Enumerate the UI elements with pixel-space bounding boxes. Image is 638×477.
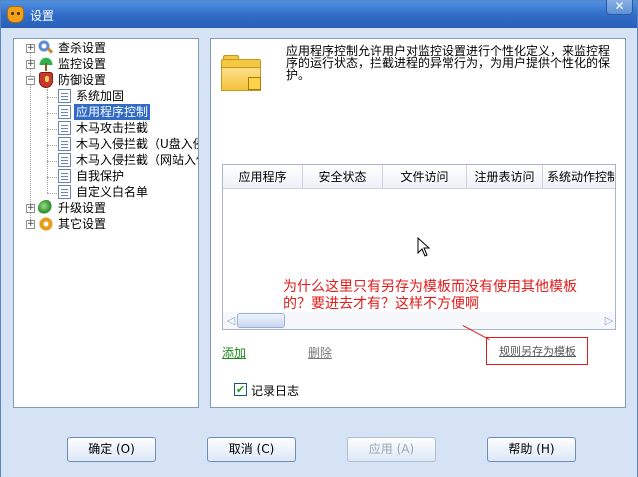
tree-item-label: 其它设置 xyxy=(58,217,107,231)
tree-item-label: 防御设置 xyxy=(58,73,107,87)
annotation-highlight-box xyxy=(486,337,588,365)
scroll-right-icon[interactable]: ▷ xyxy=(603,314,615,327)
log-checkbox-label: 记录日志 xyxy=(251,384,300,398)
column-header-registry-access[interactable]: 注册表访问 xyxy=(467,165,543,189)
document-icon xyxy=(58,169,71,183)
app-logo-icon xyxy=(7,6,24,23)
tree-item-label: 木马攻击拦截 xyxy=(76,121,149,135)
close-button[interactable]: ✕ xyxy=(606,0,633,15)
tree-item-custom-whitelist[interactable]: 自定义白名单 xyxy=(14,184,198,200)
table-header: 应用程序 安全状态 文件访问 注册表访问 系统动作控制 xyxy=(223,165,615,189)
column-header-security-status[interactable]: 安全状态 xyxy=(303,165,383,189)
settings-tree: + 查杀设置 + 监控设置 − 防御设置 系统加固 应用程序控制 木马攻击拦截 … xyxy=(13,38,199,408)
ok-button[interactable]: 确定 (O) xyxy=(67,437,156,462)
tree-item-label: 升级设置 xyxy=(58,201,107,215)
tree-item-label: 系统加固 xyxy=(76,89,125,103)
title-bar[interactable]: 设置 ✕ xyxy=(1,0,637,28)
scroll-thumb[interactable] xyxy=(237,313,285,328)
tree-item-label: 查杀设置 xyxy=(58,41,107,55)
document-icon xyxy=(58,121,71,135)
document-icon xyxy=(58,105,71,119)
tree-item-scan-settings[interactable]: + 查杀设置 xyxy=(14,40,198,56)
tree-item-other-settings[interactable]: + 其它设置 xyxy=(14,216,198,232)
window-title: 设置 xyxy=(30,9,55,23)
collapse-icon[interactable]: − xyxy=(26,76,35,85)
tree-item-trojan-attack-block[interactable]: 木马攻击拦截 xyxy=(14,120,198,136)
cancel-button[interactable]: 取消 (C) xyxy=(207,437,296,462)
expand-icon[interactable]: + xyxy=(26,60,35,69)
scroll-left-icon[interactable]: ◁ xyxy=(225,314,237,327)
expand-icon[interactable]: + xyxy=(26,44,35,53)
document-icon xyxy=(58,137,71,151)
search-icon xyxy=(38,40,54,56)
log-checkbox[interactable]: ✔ xyxy=(234,383,247,396)
tree-item-system-hardening[interactable]: 系统加固 xyxy=(14,88,198,104)
document-icon xyxy=(58,89,71,103)
tree-item-label: 自定义白名单 xyxy=(76,185,149,199)
shield-icon xyxy=(39,72,53,88)
horizontal-scrollbar[interactable]: ◁ ▷ xyxy=(223,312,615,329)
tree-item-label: 木马入侵拦截（U盘入侵 xyxy=(76,137,199,151)
expand-icon[interactable]: + xyxy=(26,220,35,229)
mouse-cursor-icon xyxy=(417,237,431,257)
delete-rule-link[interactable]: 删除 xyxy=(308,344,332,361)
help-button[interactable]: 帮助 (H) xyxy=(487,437,576,462)
tree-item-trojan-web-block[interactable]: 木马入侵拦截（网站入侵 xyxy=(14,152,198,168)
tree-item-self-protection[interactable]: 自我保护 xyxy=(14,168,198,184)
umbrella-icon-handle xyxy=(45,63,47,71)
tree-item-app-control[interactable]: 应用程序控制 xyxy=(14,104,198,120)
panel-description: 应用程序控制允许用户对监控设置进行个性化定义，来监控程序的运行状态，拦截进程的异… xyxy=(286,44,611,82)
tree-item-monitor-settings[interactable]: + 监控设置 xyxy=(14,56,198,72)
tree-item-defense-settings[interactable]: − 防御设置 xyxy=(14,72,198,88)
apply-button[interactable]: 应用 (A) xyxy=(347,437,436,462)
tree-item-label: 监控设置 xyxy=(58,57,107,71)
gear-icon xyxy=(38,216,54,232)
column-header-file-access[interactable]: 文件访问 xyxy=(383,165,467,189)
dialog-button-bar: 确定 (O) 取消 (C) 应用 (A) 帮助 (H) xyxy=(1,421,637,477)
add-rule-link[interactable]: 添加 xyxy=(222,344,246,361)
tree-item-update-settings[interactable]: + 升级设置 xyxy=(14,200,198,216)
tree-item-trojan-usb-block[interactable]: 木马入侵拦截（U盘入侵 xyxy=(14,136,198,152)
column-header-system-action[interactable]: 系统动作控制 xyxy=(543,165,615,189)
tree-item-label-selected: 应用程序控制 xyxy=(74,104,151,120)
document-icon xyxy=(58,185,71,199)
annotation-text: 为什么这里只有另存为模板而没有使用其他模板的？要进去才有？这样不方便啊 xyxy=(283,279,577,312)
document-icon xyxy=(58,153,71,167)
column-header-app[interactable]: 应用程序 xyxy=(223,165,303,189)
tree-item-label: 自我保护 xyxy=(76,169,125,183)
expand-icon[interactable]: + xyxy=(26,204,35,213)
tree-item-label: 木马入侵拦截（网站入侵 xyxy=(76,153,199,167)
settings-window: 设置 ✕ + 查杀设置 + 监控设置 − 防御设置 系统加固 应用程序控制 木马… xyxy=(0,0,638,477)
folder-icon xyxy=(221,55,261,93)
globe-icon xyxy=(38,200,54,216)
